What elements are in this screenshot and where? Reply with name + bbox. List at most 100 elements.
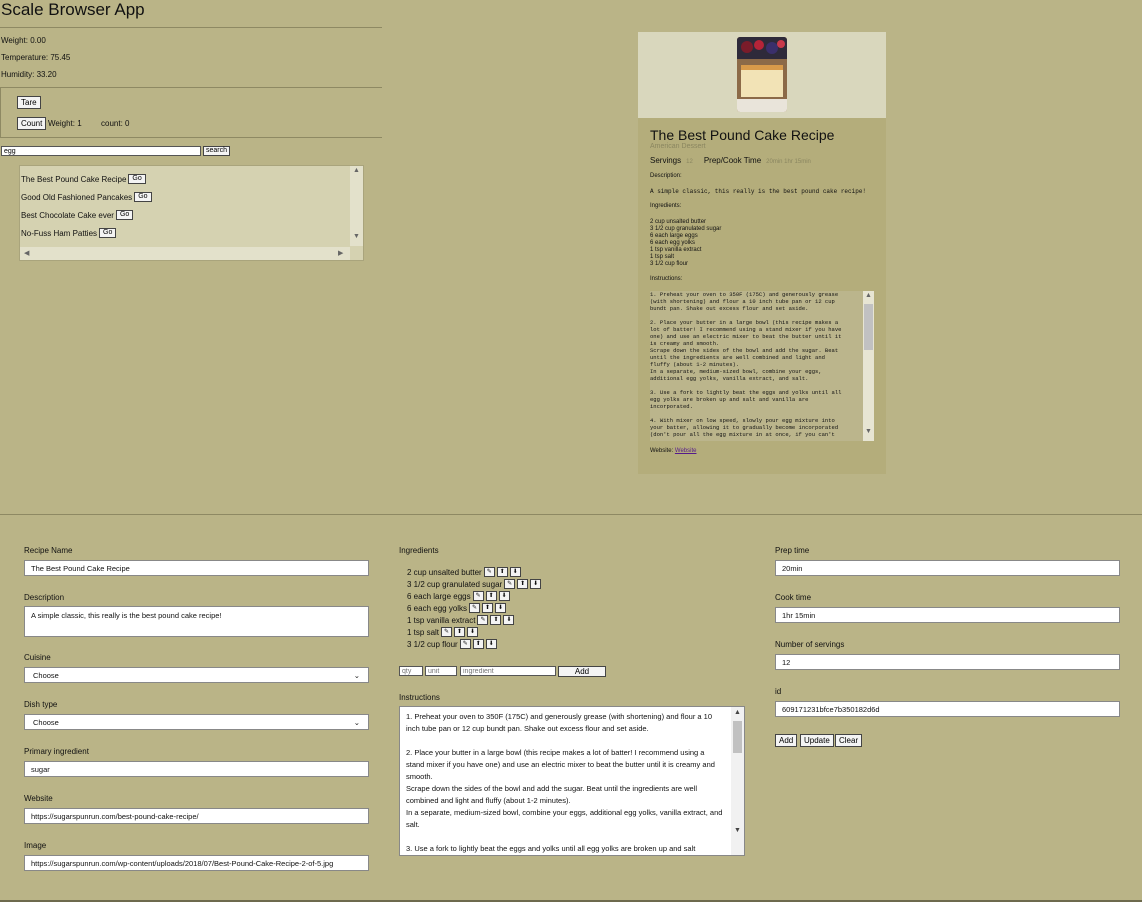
horizontal-scrollbar[interactable]: ◀ ▶ [20, 247, 350, 260]
dish-type-value: Choose [33, 717, 59, 727]
time-value: 20min 1hr 15min [766, 159, 811, 165]
add-button[interactable]: Add [775, 734, 798, 747]
edit-icon[interactable]: ✎ [469, 603, 481, 613]
cook-time-field[interactable]: 1hr 15min [775, 607, 1120, 623]
divider [0, 87, 382, 88]
go-button[interactable]: Go [115, 210, 134, 220]
edit-icon[interactable]: ✎ [477, 615, 489, 625]
servings-label: Servings [650, 156, 682, 165]
chevron-down-icon: ⌄ [353, 717, 360, 727]
unit-input[interactable] [425, 666, 457, 676]
id-field[interactable]: 609171231bfce7b350182d6d [775, 701, 1120, 717]
result-title: No-Fuss Ham Patties [21, 228, 98, 238]
arrow-up-icon[interactable]: ⬆ [482, 603, 494, 613]
arrow-up-icon[interactable]: ⬆ [490, 615, 502, 625]
website-link[interactable]: Website [675, 448, 697, 454]
scroll-down-icon[interactable]: ▼ [734, 827, 741, 834]
prep-time-label: Prep time [775, 546, 810, 555]
go-button[interactable]: Go [99, 228, 117, 238]
scroll-left-icon[interactable]: ◀ [24, 249, 29, 257]
result-title: Best Chocolate Cake ever [21, 210, 114, 220]
update-button[interactable]: Update [800, 734, 834, 747]
cuisine-label: Cuisine [24, 653, 51, 662]
clear-button[interactable]: Clear [835, 734, 863, 747]
arrow-up-icon[interactable]: ⬆ [472, 639, 484, 649]
ingredient-row: 1 tsp vanilla extract ✎ ⬆ ⬇ [407, 615, 515, 625]
ingredients-label: Ingredients: [650, 203, 682, 209]
instructions-field[interactable]: 1. Preheat your oven to 350F (175C) and … [399, 706, 745, 856]
website-field[interactable]: https://sugarspunrun.com/best-pound-cake… [24, 808, 369, 824]
image-field[interactable]: https://sugarspunrun.com/wp-content/uplo… [24, 855, 369, 871]
go-button[interactable]: Go [134, 192, 152, 202]
arrow-down-icon[interactable]: ⬇ [498, 591, 510, 601]
cuisine-select[interactable]: Choose ⌄ [24, 667, 369, 683]
scroll-down-icon[interactable]: ▼ [353, 233, 360, 240]
edit-icon[interactable]: ✎ [441, 627, 453, 637]
edit-icon[interactable]: ✎ [483, 567, 495, 577]
list-item: 6 each egg yolks [650, 240, 696, 246]
arrow-down-icon[interactable]: ⬇ [503, 615, 515, 625]
arrow-down-icon[interactable]: ⬇ [509, 567, 521, 577]
list-item: Best Chocolate Cake ever Go [21, 210, 134, 220]
arrow-up-icon[interactable]: ⬆ [454, 627, 466, 637]
card-title: The Best Pound Cake Recipe [650, 127, 835, 143]
results-list[interactable]: The Best Pound Cake Recipe Go Good Old F… [19, 165, 364, 261]
ingredient-text: 6 each egg yolks [407, 603, 468, 613]
instructions-label: Instructions [399, 693, 440, 702]
scroll-thumb[interactable] [864, 304, 873, 350]
description-text: A simple classic, this really is the bes… [650, 188, 867, 195]
dish-type-select[interactable]: Choose ⌄ [24, 714, 369, 730]
instructions-text: 1. Preheat your oven to 350F (175C) and … [406, 712, 723, 853]
arrow-down-icon[interactable]: ⬇ [485, 639, 497, 649]
search-input[interactable] [1, 146, 201, 156]
ingredient-list: 2 cup unsalted butter 3 1/2 cup granulat… [650, 219, 721, 268]
dish-type-label: Dish type [24, 700, 58, 709]
card-cuisine: American Dessert [650, 143, 706, 150]
divider [0, 514, 1142, 515]
scroll-up-icon[interactable]: ▲ [865, 292, 872, 299]
ingredient-text: 3 1/2 cup flour [407, 639, 458, 649]
tare-button[interactable]: Tare [17, 96, 41, 109]
scroll-up-icon[interactable]: ▲ [734, 709, 741, 716]
vertical-scrollbar[interactable]: ▲ ▼ [731, 707, 744, 855]
website-label: Website: [650, 448, 674, 454]
list-item: 6 each large eggs [650, 233, 698, 239]
ingredient-row: 1 tsp salt ✎ ⬆ ⬇ [407, 627, 479, 637]
list-item: 3 1/2 cup flour [650, 261, 689, 267]
scroll-thumb[interactable] [733, 721, 742, 753]
scroll-down-icon[interactable]: ▼ [865, 428, 872, 435]
ingredient-input[interactable] [460, 666, 556, 676]
arrow-down-icon[interactable]: ⬇ [467, 627, 479, 637]
arrow-down-icon[interactable]: ⬇ [530, 579, 542, 589]
arrow-up-icon[interactable]: ⬆ [517, 579, 529, 589]
search-button[interactable]: search [203, 146, 231, 156]
card-image-area [638, 32, 886, 118]
description-field[interactable]: A simple classic, this really is the bes… [24, 606, 369, 637]
ingredient-text: 6 each large eggs [407, 591, 471, 601]
count-button[interactable]: Count [17, 117, 47, 130]
list-item: 1 tsp vanilla extract [650, 247, 702, 253]
servings-field[interactable]: 12 [775, 654, 1120, 670]
image-label: Image [24, 841, 47, 850]
primary-ingredient-field[interactable]: sugar [24, 761, 369, 777]
scroll-up-icon[interactable]: ▲ [353, 167, 360, 174]
prep-time-field[interactable]: 20min [775, 560, 1120, 576]
edit-icon[interactable]: ✎ [459, 639, 471, 649]
go-button[interactable]: Go [128, 174, 146, 184]
qty-input[interactable] [399, 666, 423, 676]
ingredient-row: 6 each large eggs ✎ ⬆ ⬇ [407, 591, 510, 601]
divider [0, 137, 382, 138]
recipe-name-field[interactable]: The Best Pound Cake Recipe [24, 560, 369, 576]
arrow-down-icon[interactable]: ⬇ [495, 603, 507, 613]
scroll-right-icon[interactable]: ▶ [338, 249, 343, 257]
vertical-scrollbar[interactable]: ▲ ▼ [863, 291, 874, 441]
arrow-up-icon[interactable]: ⬆ [496, 567, 508, 577]
edit-icon[interactable]: ✎ [472, 591, 484, 601]
vertical-scrollbar[interactable]: ▲ ▼ [350, 166, 363, 246]
edit-icon[interactable]: ✎ [504, 579, 516, 589]
add-ingredient-button[interactable]: Add [558, 666, 606, 677]
arrow-up-icon[interactable]: ⬆ [485, 591, 497, 601]
ingredient-row: 6 each egg yolks ✎ ⬆ ⬇ [407, 603, 507, 613]
instructions-scrollbox[interactable]: 1. Preheat your oven to 350F (175C) and … [650, 291, 874, 441]
ingredient-text: 1 tsp salt [407, 627, 440, 637]
